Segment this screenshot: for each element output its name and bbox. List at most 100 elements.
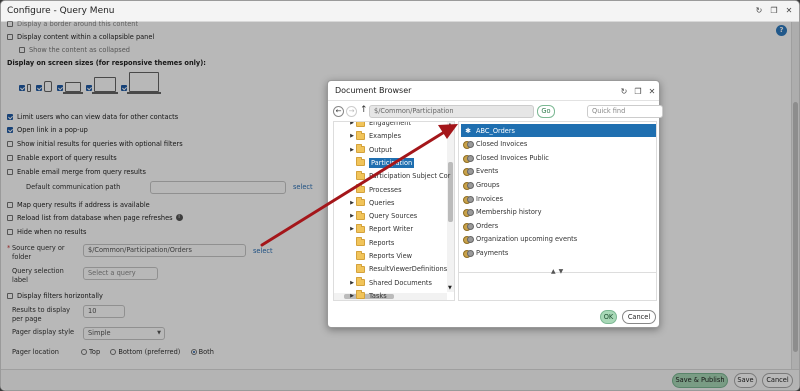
- document-item-label: Payments: [476, 248, 509, 257]
- query-icon: [463, 140, 474, 150]
- query-icon: [463, 181, 474, 190]
- document-item-label: Closed Invoices Public: [476, 153, 549, 162]
- tree-item-label: Reports: [369, 238, 395, 247]
- tree-item-label: Shared Documents: [369, 278, 432, 287]
- query-icon: [463, 154, 474, 163]
- folder-icon: [356, 122, 365, 127]
- up-arrow-icon[interactable]: ↑: [360, 105, 368, 115]
- tree-item[interactable]: Reports: [348, 237, 394, 249]
- document-list-item[interactable]: Closed Invoices Public: [461, 151, 656, 164]
- selected-query-icon: ✱: [465, 126, 471, 135]
- tree-item[interactable]: ResultViewerDefinitions: [348, 263, 447, 275]
- folder-icon: [356, 237, 365, 247]
- expand-arrow-icon[interactable]: ▶: [348, 147, 356, 153]
- tree-vertical-scrollbar[interactable]: ▲ ▼: [447, 122, 454, 292]
- tree-item-label: Engagement: [369, 121, 412, 127]
- tree-item-label: ResultViewerDefinitions: [369, 265, 448, 274]
- tree-item-label: Processes: [369, 185, 402, 194]
- close-icon[interactable]: ✕: [783, 5, 795, 17]
- ok-button[interactable]: OK: [600, 310, 617, 324]
- query-icon: [463, 235, 474, 245]
- folder-icon: [356, 197, 365, 207]
- document-list-item[interactable]: ✱ ABC_Orders: [461, 124, 656, 137]
- go-button[interactable]: Go: [537, 105, 555, 118]
- expand-arrow-icon[interactable]: ▶: [348, 293, 356, 299]
- path-navigation-bar: ← → ↑ $/Common/Participation Go Quick fi…: [333, 105, 663, 119]
- splitter-handle-icon[interactable]: ▲▼: [551, 268, 566, 275]
- document-list-item[interactable]: Orders: [461, 219, 656, 232]
- dialog-restore-icon[interactable]: ❐: [632, 86, 644, 98]
- tree-item[interactable]: ▶ Report Writer: [348, 223, 413, 235]
- tree-item-label: Reports View: [369, 252, 413, 260]
- document-list-item[interactable]: Membership history: [461, 206, 656, 219]
- scroll-up-icon[interactable]: ▲: [448, 122, 452, 128]
- tree-item[interactable]: ▶ Queries: [348, 197, 394, 209]
- restore-icon[interactable]: ❐: [768, 5, 780, 17]
- tree-item-label: Query Sources: [369, 212, 418, 221]
- quick-find-input[interactable]: Quick find: [587, 105, 663, 118]
- expand-arrow-icon[interactable]: ▶: [348, 280, 356, 286]
- expand-arrow-icon[interactable]: ▶: [348, 122, 356, 126]
- expand-arrow-icon[interactable]: ▶: [348, 133, 356, 139]
- tree-item[interactable]: ▶ Engagement: [348, 121, 412, 129]
- document-list-item[interactable]: Invoices: [461, 192, 656, 205]
- expand-arrow-icon[interactable]: ▶: [348, 213, 356, 219]
- folder-icon: [356, 290, 365, 300]
- folder-icon: [356, 157, 365, 167]
- forward-arrow-icon[interactable]: →: [346, 106, 357, 117]
- query-icon: [463, 167, 474, 177]
- tree-item[interactable]: ▶ Output: [348, 144, 392, 156]
- dialog-close-icon[interactable]: ✕: [646, 86, 658, 98]
- document-item-label: Membership history: [476, 208, 542, 217]
- back-arrow-icon[interactable]: ←: [333, 106, 344, 117]
- tree-item-label: Participation Subject Cor: [369, 172, 451, 181]
- tree-item[interactable]: Processes: [348, 184, 402, 196]
- folder-icon: [356, 263, 365, 273]
- tree-item[interactable]: ▶ Examples: [348, 130, 401, 142]
- dialog-title: Document Browser: [335, 86, 412, 95]
- scroll-down-icon[interactable]: ▼: [448, 285, 452, 291]
- document-item-label: Events: [476, 167, 499, 176]
- folder-tree: ▲ ▼ ▶ Engagement ▶ Examples ▶ Output Participa…: [333, 121, 455, 301]
- document-list-item[interactable]: Payments: [461, 246, 656, 259]
- tree-item[interactable]: Participation Subject Cor: [348, 170, 450, 182]
- folder-icon: [356, 184, 365, 193]
- dialog-refresh-icon[interactable]: ↻: [618, 86, 630, 98]
- path-input[interactable]: $/Common/Participation: [369, 105, 534, 118]
- document-list: ▲▼ ✱ ABC_Orders Closed Invoices Closed Invo…: [458, 121, 657, 301]
- tree-item-label: Participation: [369, 157, 415, 168]
- tree-item[interactable]: ▶ Tasks: [348, 290, 387, 300]
- folder-icon: [356, 170, 365, 180]
- document-item-label: ABC_Orders: [476, 126, 515, 135]
- document-item-label: Groups: [476, 180, 500, 189]
- document-item-label: Orders: [476, 221, 499, 230]
- tree-item-label: Output: [369, 145, 392, 154]
- document-list-item[interactable]: Closed Invoices: [461, 138, 656, 151]
- refresh-icon[interactable]: ↻: [753, 5, 765, 17]
- tree-item[interactable]: ▶ Shared Documents: [348, 277, 432, 289]
- expand-arrow-icon[interactable]: ▶: [348, 226, 356, 232]
- document-list-item[interactable]: Events: [461, 165, 656, 178]
- tree-item-label: Examples: [369, 132, 402, 141]
- dialog-cancel-button[interactable]: Cancel: [622, 310, 656, 324]
- document-list-item[interactable]: Organization upcoming events: [461, 233, 656, 246]
- folder-icon: [356, 130, 365, 140]
- window-title: Configure - Query Menu: [7, 6, 115, 16]
- expand-arrow-icon[interactable]: ▶: [348, 200, 356, 206]
- tree-item-label: Queries: [369, 198, 395, 207]
- document-item-label: Closed Invoices: [476, 140, 528, 149]
- query-icon: [463, 249, 474, 258]
- tree-item[interactable]: Reports View: [348, 250, 412, 262]
- document-browser-dialog: Document Browser ↻ ❐ ✕ ← → ↑ $/Common/Pa…: [327, 80, 663, 328]
- tree-item-label: Report Writer: [369, 225, 414, 234]
- dialog-titlebar: Document Browser ↻ ❐ ✕: [328, 81, 659, 101]
- query-icon: [463, 222, 474, 231]
- folder-icon: [356, 250, 365, 260]
- tree-item[interactable]: ▶ Query Sources: [348, 210, 417, 222]
- tree-item-label: Tasks: [369, 291, 387, 300]
- tree-item[interactable]: Participation: [348, 157, 415, 169]
- folder-icon: [356, 144, 365, 154]
- document-list-item[interactable]: Groups: [461, 178, 656, 191]
- document-item-label: Organization upcoming events: [476, 235, 578, 244]
- query-icon: [463, 208, 474, 218]
